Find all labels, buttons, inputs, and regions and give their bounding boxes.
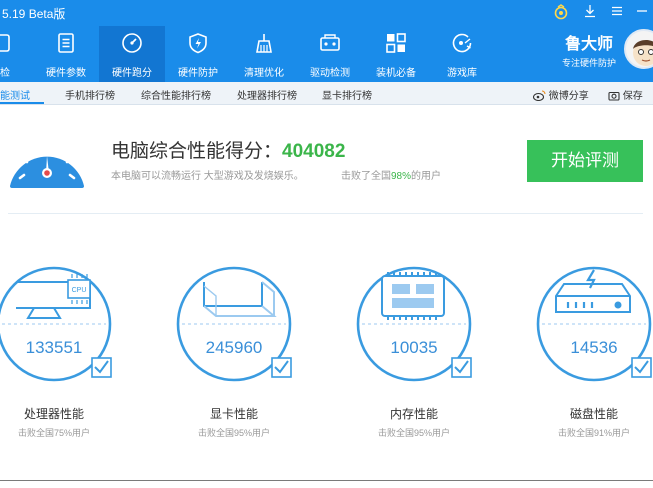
nav-item-clean[interactable]: 清理优化 bbox=[231, 26, 297, 82]
memory-chip-icon bbox=[356, 266, 472, 382]
subtab-cpu-ranking[interactable]: 处理器排行榜 bbox=[237, 87, 297, 102]
avatar[interactable] bbox=[624, 29, 653, 69]
score-description: 本电脑可以流畅运行 大型游戏及发烧娱乐。 bbox=[111, 171, 304, 182]
title-bar: 5.19 Beta版 bbox=[0, 0, 653, 26]
subtab-active-indicator bbox=[0, 102, 44, 104]
nav-label: 硬件参数 bbox=[46, 68, 86, 79]
sub-nav: 性能测试 手机排行榜 综合性能排行榜 处理器排行榜 显卡排行榜 微博分享 保存 bbox=[0, 82, 653, 105]
weibo-share-button[interactable]: 微博分享 bbox=[532, 87, 589, 102]
subtab-label: 综合性能排行榜 bbox=[141, 91, 211, 102]
nav-item-games[interactable]: 游戏库 bbox=[429, 26, 495, 82]
nav-label: 体检 bbox=[0, 68, 10, 79]
memory-card-title: 内存性能 bbox=[389, 407, 438, 421]
cpu-score: 133551 bbox=[25, 338, 83, 357]
nav-label: 装机必备 bbox=[376, 68, 416, 79]
subtab-gpu-ranking[interactable]: 显卡排行榜 bbox=[322, 87, 372, 102]
start-benchmark-button[interactable]: 开始评测 bbox=[527, 140, 643, 182]
subtab-performance-test[interactable]: 性能测试 bbox=[0, 87, 30, 102]
brand-name: 鲁大师 bbox=[564, 36, 613, 53]
beat-prefix: 击败了全国 bbox=[341, 171, 391, 182]
nav-label: 驱动检测 bbox=[310, 68, 350, 79]
cpu-monitor-icon: CPU bbox=[0, 266, 112, 382]
subtab-label: 性能测试 bbox=[0, 91, 30, 102]
nav-label: 硬件跑分 bbox=[112, 68, 152, 79]
subtab-label: 手机排行榜 bbox=[65, 91, 115, 102]
nav-item-essentials[interactable]: 装机必备 bbox=[363, 26, 429, 82]
gpu-card-beat: 击败全国95%用户 bbox=[197, 428, 270, 438]
cpu-card-beat: 击败全国75%用户 bbox=[17, 428, 90, 438]
subtab-overall-ranking[interactable]: 综合性能排行榜 bbox=[141, 87, 211, 102]
graphics-card-icon bbox=[176, 266, 292, 382]
nav-label: 游戏库 bbox=[447, 68, 477, 79]
score-title-label: 电脑综合性能得分： bbox=[111, 141, 283, 162]
beat-percent: 98% bbox=[391, 171, 412, 182]
hard-disk-icon bbox=[536, 266, 652, 382]
document-icon bbox=[58, 33, 74, 53]
cpu-performance-card[interactable]: CPU 133551 处理器性能 击败全国75%用户 bbox=[0, 262, 114, 442]
gpu-score: 245960 bbox=[205, 338, 263, 357]
download-icon[interactable] bbox=[580, 4, 600, 22]
menu-icon[interactable] bbox=[607, 4, 627, 22]
overall-score-title: 电脑综合性能得分：404082 bbox=[111, 136, 345, 163]
bottom-divider bbox=[0, 480, 653, 481]
beat-suffix: 的用户 bbox=[411, 171, 442, 182]
nav-item-hardware-params[interactable]: 硬件参数 bbox=[33, 26, 99, 82]
nav-item-protection[interactable]: 硬件防护 bbox=[165, 26, 231, 82]
nav-label: 清理优化 bbox=[244, 68, 284, 79]
camera-icon bbox=[608, 91, 620, 101]
save-label: 保存 bbox=[622, 91, 643, 102]
subtab-label: 处理器排行榜 bbox=[237, 91, 297, 102]
skin-icon[interactable] bbox=[551, 4, 571, 22]
subtab-phone-ranking[interactable]: 手机排行榜 bbox=[65, 87, 115, 102]
cpu-card-title: 处理器性能 bbox=[23, 407, 84, 421]
gpu-performance-card[interactable]: 245960 显卡性能 击败全国95%用户 bbox=[174, 262, 294, 442]
nav-label: 硬件防护 bbox=[178, 68, 218, 79]
weibo-icon bbox=[532, 90, 546, 102]
driver-icon bbox=[320, 34, 340, 51]
svg-text:CPU: CPU bbox=[72, 287, 87, 294]
nav-item-checkup[interactable]: 体检 bbox=[0, 26, 33, 82]
score-beat-text: 击败了全国98%的用户 bbox=[341, 167, 441, 182]
disk-score: 14536 bbox=[570, 338, 618, 357]
memory-performance-card[interactable]: 10035 内存性能 击败全国95%用户 bbox=[354, 262, 474, 442]
minimize-icon[interactable] bbox=[632, 4, 652, 22]
checkup-icon bbox=[0, 34, 10, 52]
gpu-card-title: 显卡性能 bbox=[209, 407, 258, 421]
speedometer-gauge-icon bbox=[10, 139, 84, 188]
apps-grid-icon bbox=[386, 33, 406, 53]
memory-score: 10035 bbox=[390, 338, 438, 357]
weibo-share-label: 微博分享 bbox=[548, 91, 589, 102]
nav-item-driver[interactable]: 驱动检测 bbox=[297, 26, 363, 82]
save-button[interactable]: 保存 bbox=[608, 87, 643, 102]
subtab-label: 显卡排行榜 bbox=[322, 91, 372, 102]
disk-card-beat: 击败全国91%用户 bbox=[557, 428, 630, 438]
app-title: 5.19 Beta版 bbox=[2, 7, 66, 21]
memory-card-beat: 击败全国95%用户 bbox=[377, 428, 450, 438]
nav-item-benchmark[interactable]: 硬件跑分 bbox=[99, 26, 165, 82]
disk-card-title: 磁盘性能 bbox=[569, 407, 618, 421]
disk-performance-card[interactable]: 14536 磁盘性能 击败全国91%用户 bbox=[534, 262, 653, 442]
brand-subtitle: 专注硬件防护 bbox=[561, 58, 616, 68]
divider bbox=[8, 213, 643, 214]
broom-icon bbox=[256, 34, 272, 53]
main-nav: 体检 硬件参数 硬件跑分 硬件防护 清理优化 驱动检测 装机必备 游戏库 bbox=[0, 26, 540, 82]
game-icon bbox=[452, 33, 472, 53]
speedometer-icon bbox=[122, 33, 142, 53]
shield-icon bbox=[189, 33, 207, 54]
brand: 鲁大师 专注硬件防护 bbox=[556, 30, 622, 69]
header: 5.19 Beta版 体检 硬件参数 硬件跑分 硬件防护 bbox=[0, 0, 653, 82]
overall-score-value: 404082 bbox=[282, 141, 346, 162]
